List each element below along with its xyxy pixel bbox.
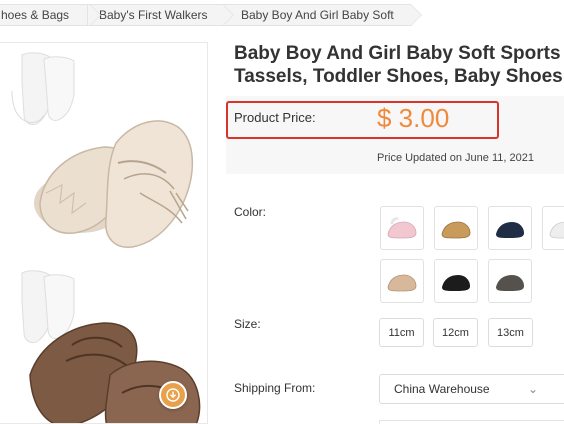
breadcrumb-item-first-walkers[interactable]: Baby's First Walkers	[87, 4, 234, 26]
next-option-box	[379, 420, 564, 424]
product-title: Baby Boy And Girl Baby Soft Sports S Tas…	[234, 42, 564, 88]
price-value: $ 3.00	[377, 103, 450, 133]
color-swatch-pink[interactable]	[380, 206, 424, 250]
shipping-select[interactable]: China Warehouse ⌄	[379, 374, 564, 404]
color-swatch-navy[interactable]	[488, 206, 532, 250]
size-option-13cm[interactable]: 13cm	[488, 318, 533, 347]
size-option-12cm[interactable]: 12cm	[433, 318, 478, 347]
price-updated-text: Price Updated on June 11, 2021	[377, 152, 534, 164]
color-label: Color:	[234, 205, 267, 219]
color-swatch-black[interactable]	[434, 259, 478, 303]
color-swatch-tan[interactable]	[434, 206, 478, 250]
breadcrumb-item-current[interactable]: Baby Boy And Girl Baby Soft	[223, 4, 422, 26]
breadcrumb-label: hoes & Bags	[1, 8, 70, 22]
shoe-thumbnail	[496, 275, 524, 291]
socks-graphic	[11, 52, 75, 126]
breadcrumb-label: Baby Boy And Girl Baby Soft	[241, 8, 394, 22]
color-swatch-white[interactable]	[542, 206, 564, 250]
shoe-thumbnail	[441, 221, 471, 239]
color-swatch-grey[interactable]	[488, 259, 532, 303]
color-swatch-beige[interactable]	[380, 259, 424, 303]
price-label: Product Price:	[234, 110, 316, 125]
shoe-thumbnail	[387, 274, 417, 292]
breadcrumb-item-category[interactable]: hoes & Bags	[0, 4, 101, 26]
socks-graphic	[21, 270, 75, 344]
product-title-line-2: Tassels, Toddler Shoes, Baby Shoes, 1	[234, 66, 564, 87]
download-icon	[166, 388, 180, 402]
size-label: Size:	[234, 317, 261, 331]
shoe-thumbnail	[496, 222, 524, 238]
breadcrumb-label: Baby's First Walkers	[99, 8, 208, 22]
size-option-11cm[interactable]: 11cm	[379, 318, 424, 347]
shipping-label: Shipping From:	[234, 381, 316, 395]
product-image-beige-shoes[interactable]	[0, 43, 208, 251]
shoe-thumbnail	[549, 221, 564, 239]
product-gallery	[0, 42, 208, 424]
shoe-thumbnail	[387, 217, 417, 239]
breadcrumb: hoes & Bags Baby's First Walkers Baby Bo…	[0, 0, 564, 30]
shipping-value: China Warehouse	[394, 382, 490, 396]
chevron-down-icon: ⌄	[527, 382, 538, 396]
beige-shoe-graphic	[34, 120, 194, 248]
download-button[interactable]	[159, 381, 187, 409]
shoe-thumbnail	[442, 275, 470, 291]
product-title-line-1: Baby Boy And Girl Baby Soft Sports S	[234, 43, 564, 64]
